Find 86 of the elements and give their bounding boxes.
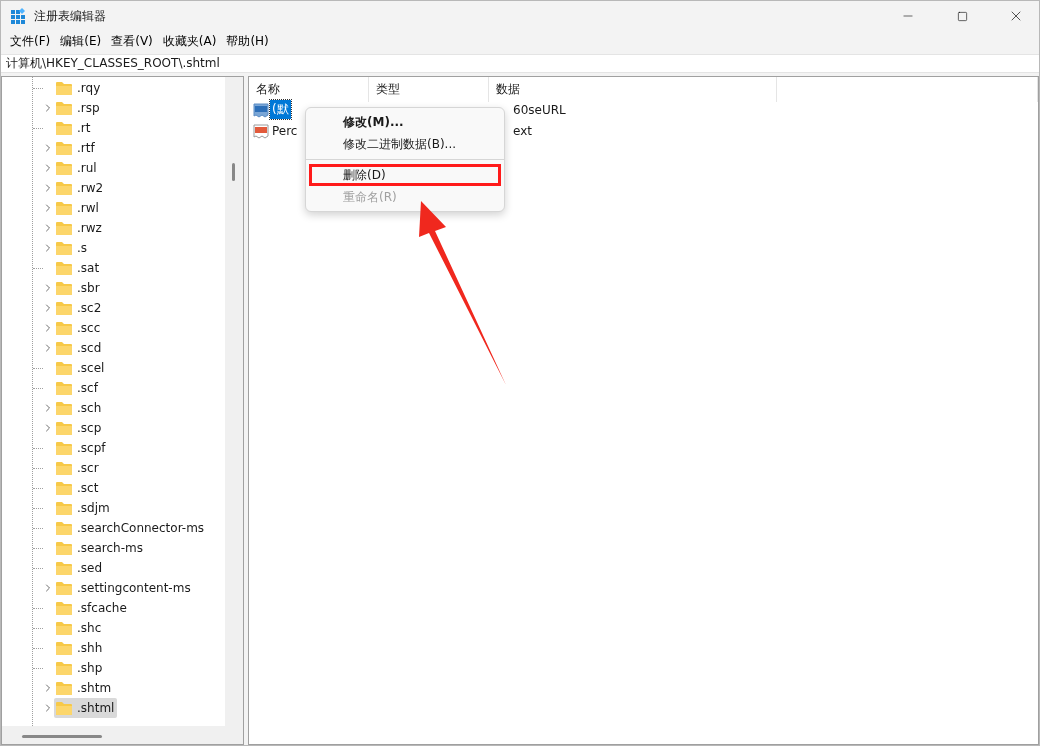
folder-icon [55, 240, 73, 256]
tree-node[interactable]: .searchConnector-ms [54, 518, 208, 538]
tree-node[interactable]: .sat [54, 258, 103, 278]
tree-node[interactable]: .search-ms [54, 538, 146, 558]
folder-icon [55, 280, 73, 296]
folder-icon [55, 120, 73, 136]
tree-node[interactable]: .rw2 [54, 178, 107, 198]
folder-icon [55, 140, 73, 156]
folder-icon [55, 520, 73, 536]
folder-icon [55, 700, 73, 716]
tree-node[interactable]: .rsp [54, 98, 103, 118]
tree-node[interactable]: .s [54, 238, 91, 258]
folder-icon [55, 260, 73, 276]
column-header[interactable]: 数据 [489, 77, 777, 102]
tree-node[interactable]: .rwl [54, 198, 102, 218]
registry-icon [10, 8, 26, 24]
folder-icon [55, 640, 73, 656]
address-bar[interactable]: 计算机\HKEY_CLASSES_ROOT\.shtml [1, 54, 1039, 73]
tree-node[interactable]: .shc [54, 618, 105, 638]
menu-item[interactable]: 查看(V) [106, 31, 158, 51]
value-name[interactable]: Perc [270, 122, 300, 139]
tree-node[interactable]: .shh [54, 638, 106, 658]
tree-node[interactable]: .rtf [54, 138, 98, 158]
tree-node[interactable]: .sc2 [54, 298, 105, 318]
folder-icon [55, 380, 73, 396]
tree-node[interactable]: .scp [54, 418, 105, 438]
folder-icon [55, 540, 73, 556]
tree-node[interactable]: .scel [54, 358, 108, 378]
value-name[interactable]: (默 [270, 100, 291, 119]
folder-icon [55, 80, 73, 96]
tree-node[interactable]: .scr [54, 458, 102, 478]
folder-icon [55, 340, 73, 356]
folder-icon [55, 480, 73, 496]
vertical-scrollbar[interactable] [225, 77, 243, 726]
menu-item[interactable]: 帮助(H) [221, 31, 274, 51]
menu-item[interactable]: 收藏夹(A) [157, 31, 222, 51]
maximize-icon [956, 10, 968, 22]
tree-node[interactable]: .rwz [54, 218, 105, 238]
folder-icon [55, 420, 73, 436]
tree-node[interactable]: .rul [54, 158, 100, 178]
folder-icon [55, 180, 73, 196]
string-value-icon [253, 101, 269, 118]
folder-icon [55, 600, 73, 616]
folder-icon [55, 400, 73, 416]
window-title: 注册表编辑器 [34, 7, 107, 25]
value-data: ext [512, 123, 533, 138]
context-menu-item[interactable]: 修改二进制数据(B)... [309, 133, 501, 155]
tree-node[interactable]: .sbr [54, 278, 103, 298]
folder-icon [55, 440, 73, 456]
folder-icon [55, 360, 73, 376]
tree-node[interactable]: .sch [54, 398, 105, 418]
tree-node[interactable]: .sfcache [54, 598, 130, 618]
folder-icon [55, 500, 73, 516]
tree-node[interactable]: .shtml [54, 698, 118, 718]
string-value-icon [253, 122, 269, 139]
tree-node[interactable]: .scpf [54, 438, 109, 458]
folder-icon [55, 660, 73, 676]
tree-node[interactable]: .sct [54, 478, 102, 498]
folder-icon [55, 100, 73, 116]
context-menu-item[interactable]: 修改(M)... [309, 111, 501, 133]
folder-icon [55, 200, 73, 216]
tree-node[interactable]: .sdjm [54, 498, 113, 518]
folder-icon [55, 160, 73, 176]
tree-node[interactable]: .settingcontent-ms [54, 578, 194, 598]
tree-node[interactable]: .shtm [54, 678, 115, 698]
horizontal-scrollbar[interactable] [2, 726, 243, 744]
menu-item[interactable]: 文件(F) [5, 31, 56, 51]
menu-item[interactable]: 编辑(E) [55, 31, 107, 51]
tree-node[interactable]: .scd [54, 338, 105, 358]
value-data: 60seURL [512, 102, 567, 117]
tree-node[interactable]: .scc [54, 318, 104, 338]
tree-node[interactable]: .rqy [54, 78, 104, 98]
folder-icon [55, 320, 73, 336]
tree-node[interactable]: .sed [54, 558, 106, 578]
folder-icon [55, 580, 73, 596]
folder-icon [55, 680, 73, 696]
folder-icon [55, 460, 73, 476]
folder-icon [55, 220, 73, 236]
tree-node[interactable]: .rt [54, 118, 94, 138]
context-menu-item[interactable]: 删除(D) [309, 164, 501, 186]
folder-icon [55, 300, 73, 316]
folder-icon [55, 620, 73, 636]
folder-icon [55, 560, 73, 576]
column-header[interactable]: 类型 [369, 77, 489, 102]
tree-node[interactable]: .shp [54, 658, 106, 678]
tree-node[interactable]: .scf [54, 378, 101, 398]
